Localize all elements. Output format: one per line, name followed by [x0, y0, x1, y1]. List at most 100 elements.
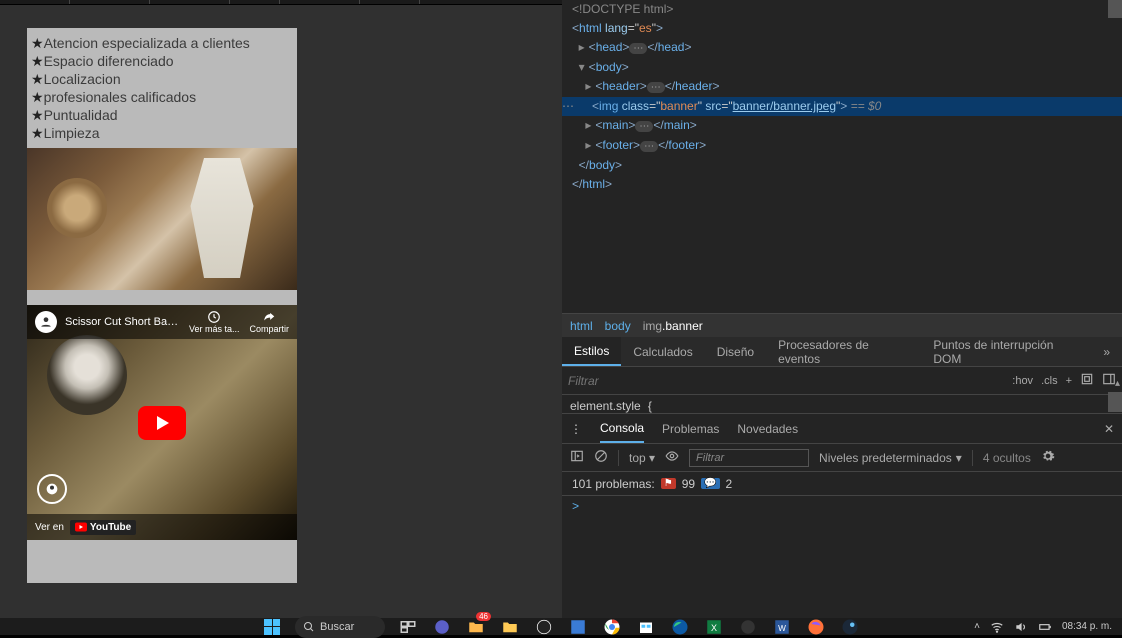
more-tabs-icon[interactable]: » — [1091, 337, 1122, 366]
tab-puntos[interactable]: Puntos de interrupción DOM — [921, 337, 1091, 366]
share-button[interactable]: Compartir — [249, 310, 289, 334]
info-flag-icon: 💬 — [701, 478, 719, 489]
dom-main[interactable]: ▸<main>⋯</main> — [562, 116, 1122, 136]
play-button[interactable] — [138, 406, 186, 440]
scrollbar[interactable] — [1108, 392, 1122, 412]
tab-problemas[interactable]: Problemas — [662, 414, 719, 443]
dom-img-selected[interactable]: ⋯ <img class="banner" src="banner/banner… — [562, 97, 1122, 116]
tab-novedades[interactable]: Novedades — [737, 414, 798, 443]
list-item: ★profesionales calificados — [27, 88, 297, 106]
problems-bar[interactable]: 101 problemas: ⚑ 99 💬 2 — [562, 472, 1122, 496]
steam-icon[interactable] — [839, 616, 861, 638]
tab-diseno[interactable]: Diseño — [705, 337, 766, 366]
tab-procesadores[interactable]: Procesadores de eventos — [766, 337, 921, 366]
console-filter-input[interactable]: Filtrar — [689, 449, 809, 467]
drawer-tabs: ⋮ Consola Problemas Novedades ✕ — [562, 414, 1122, 444]
system-tray[interactable]: ˄ 08:34 p. m. — [974, 620, 1112, 634]
app-icon[interactable] — [567, 616, 589, 638]
tab-calculados[interactable]: Calculados — [621, 337, 704, 366]
scroll-up-icon[interactable]: ▴ — [1115, 378, 1120, 389]
info-count: 2 — [726, 477, 733, 491]
taskbar-search[interactable]: Buscar — [295, 616, 385, 638]
edge-icon[interactable] — [669, 616, 691, 638]
video-title: Scissor Cut Short Back and Sides ... — [65, 316, 181, 328]
dom-doctype[interactable]: <!DOCTYPE html> — [562, 0, 1122, 19]
console-drawer: ⋮ Consola Problemas Novedades ✕ top ▾ Fi… — [562, 413, 1122, 618]
crumb-img[interactable]: img.banner — [643, 319, 703, 333]
list-item: ★Localizacion — [27, 70, 297, 88]
error-flag-icon: ⚑ — [661, 478, 676, 489]
chat-icon[interactable] — [431, 616, 453, 638]
log-levels[interactable]: Niveles predeterminados ▾ — [819, 451, 962, 465]
folder-icon[interactable] — [499, 616, 521, 638]
browser-viewport: ★Atencion especializada a clientes ★Espa… — [0, 0, 562, 618]
dom-footer[interactable]: ▸<footer>⋯</footer> — [562, 136, 1122, 156]
eye-icon[interactable] — [665, 449, 679, 466]
gear-icon[interactable] — [1041, 449, 1055, 466]
app-icon[interactable] — [737, 616, 759, 638]
clear-console-icon[interactable] — [594, 449, 608, 466]
task-view-icon[interactable] — [397, 616, 419, 638]
styles-filter-input[interactable] — [568, 374, 1012, 388]
youtube-embed[interactable]: Scissor Cut Short Back and Sides ... Ver… — [27, 305, 297, 540]
start-button[interactable] — [261, 616, 283, 638]
hov-toggle[interactable]: :hov — [1012, 375, 1033, 387]
store-icon[interactable] — [635, 616, 657, 638]
list-item: ★Puntualidad — [27, 106, 297, 124]
clock[interactable]: 08:34 p. m. — [1062, 621, 1112, 632]
context-selector[interactable]: top ▾ — [629, 451, 655, 465]
taskbar: Buscar 46 X W ˄ 08:34 p. m. — [0, 618, 1122, 635]
svg-text:W: W — [778, 623, 786, 632]
styles-tabs: Estilos Calculados Diseño Procesadores d… — [562, 337, 1122, 367]
crumb-body[interactable]: body — [605, 319, 631, 333]
list-item: ★Limpieza — [27, 124, 297, 142]
console-prompt[interactable]: > — [562, 496, 1122, 518]
scrollbar[interactable] — [1108, 0, 1122, 18]
dom-html[interactable]: <html lang="es"> — [562, 19, 1122, 38]
elements-tree[interactable]: <!DOCTYPE html> <html lang="es"> ▸<head>… — [562, 0, 1122, 313]
dom-head[interactable]: ▸<head>⋯</head> — [562, 38, 1122, 58]
list-item: ★Atencion especializada a clientes — [27, 34, 297, 52]
page-content: ★Atencion especializada a clientes ★Espa… — [27, 28, 297, 583]
tab-strip — [0, 0, 562, 5]
watch-later-button[interactable]: Ver más ta... — [189, 310, 240, 334]
new-rule-icon[interactable]: + — [1066, 375, 1072, 387]
video-header: Scissor Cut Short Back and Sides ... Ver… — [27, 305, 297, 339]
video-footer: Ver en YouTube — [27, 514, 297, 540]
volume-icon[interactable] — [1014, 620, 1028, 634]
youtube-link[interactable]: YouTube — [70, 520, 136, 535]
app-icon[interactable] — [533, 616, 555, 638]
excel-icon[interactable]: X — [703, 616, 725, 638]
styles-filter-row: :hov .cls + — [562, 367, 1122, 395]
cls-toggle[interactable]: .cls — [1041, 375, 1058, 387]
close-icon[interactable]: ✕ — [1104, 422, 1114, 436]
wifi-icon[interactable] — [990, 620, 1004, 634]
chevron-up-icon[interactable]: ˄ — [974, 621, 980, 632]
firefox-icon[interactable] — [805, 616, 827, 638]
dom-header[interactable]: ▸<header>⋯</header> — [562, 77, 1122, 97]
chrome-icon[interactable] — [601, 616, 623, 638]
dom-body-close[interactable]: </body> — [562, 156, 1122, 175]
feature-list: ★Atencion especializada a clientes ★Espa… — [27, 28, 297, 142]
battery-icon[interactable] — [1038, 620, 1052, 634]
computed-icon[interactable] — [1080, 372, 1094, 389]
dom-html-close[interactable]: </html> — [562, 175, 1122, 194]
console-toolbar: top ▾ Filtrar Niveles predeterminados ▾ … — [562, 444, 1122, 472]
sidebar-toggle-icon[interactable] — [1102, 372, 1116, 389]
channel-logo-icon[interactable] — [37, 474, 67, 504]
hidden-count[interactable]: 4 ocultos — [983, 451, 1031, 465]
tab-consola[interactable]: Consola — [600, 414, 644, 443]
explorer-icon[interactable]: 46 — [465, 616, 487, 638]
error-count: 99 — [682, 477, 695, 491]
svg-text:X: X — [711, 622, 717, 632]
tab-estilos[interactable]: Estilos — [562, 337, 621, 366]
console-sidebar-icon[interactable] — [570, 449, 584, 466]
crumb-html[interactable]: html — [570, 319, 593, 333]
problems-label: 101 problemas: — [572, 477, 655, 491]
watch-on-label: Ver en — [35, 522, 64, 533]
word-icon[interactable]: W — [771, 616, 793, 638]
dom-body[interactable]: ▾<body> — [562, 58, 1122, 77]
breadcrumb[interactable]: html body img.banner — [562, 313, 1122, 337]
channel-avatar-icon[interactable] — [35, 311, 57, 333]
drawer-menu-icon[interactable]: ⋮ — [570, 422, 582, 436]
